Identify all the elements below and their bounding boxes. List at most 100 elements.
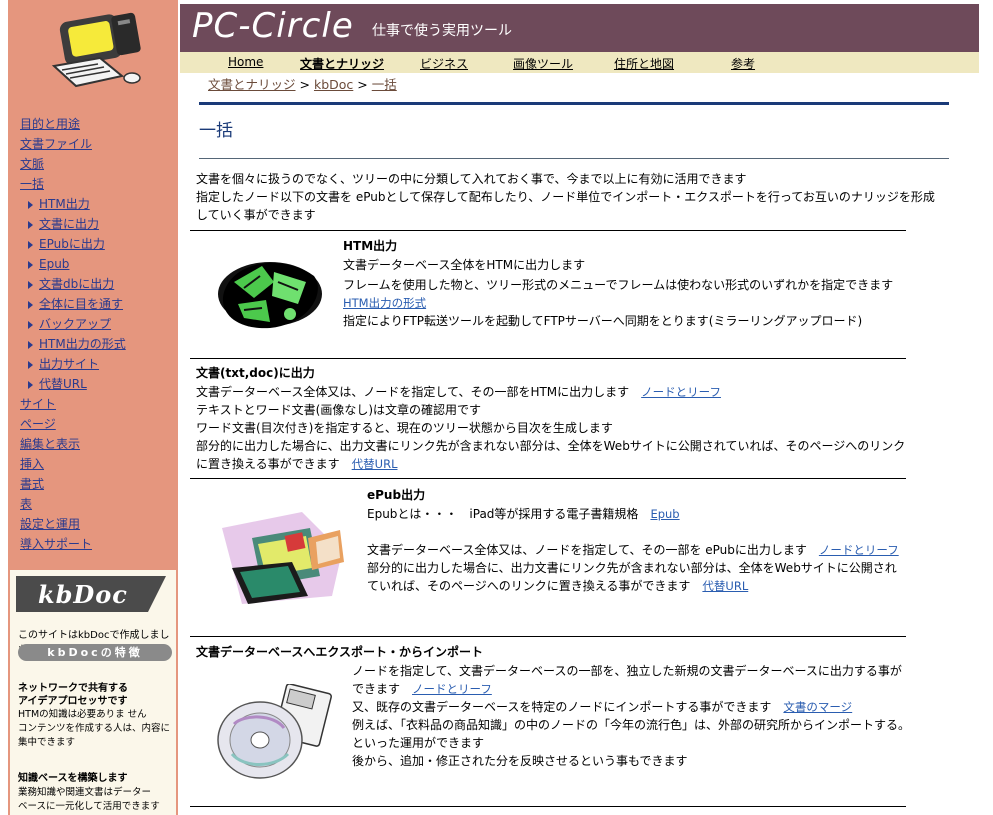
section-text-with-link: 又、既存の文書データーベースを特定のノードにインポートする事ができます 文書のマー… <box>352 700 853 714</box>
breadcrumb-separator: > <box>299 77 310 92</box>
triangle-bullet-icon <box>28 260 33 269</box>
divider <box>199 158 949 159</box>
sidebar-item-insert[interactable]: 挿入 <box>20 454 126 474</box>
section-text: といった運用ができます <box>352 736 485 750</box>
kb-text: HTMの知識は必要ありま せん <box>18 709 147 720</box>
menu-business[interactable]: ビジネス <box>420 55 468 72</box>
section-divider <box>190 636 906 637</box>
section-text-with-link: できます ノードとリーフ <box>352 682 492 696</box>
sidebar-item-settings[interactable]: 設定と運用 <box>20 514 126 534</box>
sidebar-subitem-backup[interactable]: バックアップ <box>20 314 126 334</box>
intro-text: していく事ができます <box>196 208 316 222</box>
section-text: 指定によりFTP転送ツールを起動してFTPサーバーへ同期をとります(ミラーリング… <box>343 314 863 328</box>
top-menu: Home 文書とナリッジ ビジネス 画像ツール 住所と地図 参考 <box>180 52 979 73</box>
sidebar-item-edit-view[interactable]: 編集と表示 <box>20 434 126 454</box>
intro-text: 文書を個々に扱うのでなく、ツリーの中に分類して入れておく事で、今まで以上に有効に… <box>196 172 747 186</box>
link-alt-url[interactable]: 代替URL <box>702 579 748 593</box>
section-text-with-link: 文書データーベース全体又は、ノードを指定して、その一部を ePubに出力しますノ… <box>367 543 899 557</box>
kb-text: 集中できます <box>18 737 76 748</box>
section-text-with-link: Epubとは・・・ iPad等が採用する電子書籍規格 Epub <box>367 507 680 521</box>
sidebar: 目的と用途 文書ファイル 文脈 一括 HTM出力 文書に出力 EPubに出力 E… <box>8 0 178 815</box>
section-divider <box>190 478 906 479</box>
sidebar-item-page[interactable]: ページ <box>20 414 126 434</box>
kb-heading: 知識ベースを構築します <box>18 773 128 784</box>
sidebar-item-context[interactable]: 文脈 <box>20 154 126 174</box>
title-divider <box>199 102 949 105</box>
section-text: ノードを指定して、文書データーベースの一部を、独立した新規の文書データーベースに… <box>352 664 902 678</box>
section-text: フレームを使用した物と、ツリー形式のメニューでフレームは使わない形式のいずれかを… <box>343 278 894 292</box>
site-brand[interactable]: PC-Circle <box>192 6 354 46</box>
breadcrumb-link[interactable]: kbDoc <box>314 77 353 92</box>
sidebar-item-format[interactable]: 書式 <box>20 474 126 494</box>
link-htm-format[interactable]: HTM出力の形式 <box>343 296 426 310</box>
sidebar-subitem-output-site[interactable]: 出力サイト <box>20 354 126 374</box>
computer-logo-icon <box>47 12 143 92</box>
section-title-doc: 文書(txt,doc)に出力 <box>196 366 315 380</box>
breadcrumb-separator: > <box>357 77 368 92</box>
section-divider <box>190 806 906 807</box>
triangle-bullet-icon <box>28 360 33 369</box>
link-node-leaf[interactable]: ノードとリーフ <box>412 682 492 696</box>
disk-cd-illustration-icon <box>217 684 332 779</box>
page-title: 一括 <box>199 121 233 141</box>
sidebar-item-doc-file[interactable]: 文書ファイル <box>20 134 126 154</box>
sidebar-subitem-docdb-output[interactable]: 文書dbに出力 <box>20 274 126 294</box>
link-doc-merge[interactable]: 文書のマージ <box>783 700 852 714</box>
kb-text: ベースに一元化して活用できます <box>18 801 160 812</box>
sidebar-item-table[interactable]: 表 <box>20 494 126 514</box>
link-alt-url[interactable]: 代替URL <box>352 457 398 471</box>
sidebar-subitem-epub[interactable]: Epub <box>20 254 126 274</box>
triangle-bullet-icon <box>28 320 33 329</box>
sidebar-item-site[interactable]: サイト <box>20 394 126 414</box>
section-text: 文書データーベース全体をHTMに出力します <box>343 258 586 272</box>
section-title-db: 文書データーベースへエクスポート・からインポート <box>196 645 484 659</box>
sidebar-subitem-epub-output[interactable]: EPubに出力 <box>20 234 126 254</box>
section-link-line: HTM出力の形式 <box>343 294 426 312</box>
kbdoc-promo-box: kbDoc このサイトはkbDocで作成しました kbDocの特徴 ネットワーク… <box>10 570 176 815</box>
menu-home[interactable]: Home <box>228 55 263 69</box>
htm-output-illustration-icon <box>218 262 322 329</box>
link-epub[interactable]: Epub <box>650 507 679 521</box>
link-node-leaf[interactable]: ノードとリーフ <box>819 543 899 557</box>
section-text-with-link: 文書データーベース全体又は、ノードを指定して、その一部をHTMに出力します ノード… <box>196 385 721 399</box>
breadcrumb-link[interactable]: 一括 <box>372 77 397 92</box>
sidebar-item-batch[interactable]: 一括 <box>20 174 126 194</box>
link-node-leaf[interactable]: ノードとリーフ <box>641 385 721 399</box>
epub-output-illustration-icon <box>222 512 344 604</box>
sidebar-subitem-review-all[interactable]: 全体に目を通す <box>20 294 126 314</box>
triangle-bullet-icon <box>28 220 33 229</box>
triangle-bullet-icon <box>28 300 33 309</box>
sidebar-item-purpose[interactable]: 目的と用途 <box>20 114 126 134</box>
section-text: テキストとワード文書(画像なし)は文章の確認用です <box>196 403 482 417</box>
triangle-bullet-icon <box>28 340 33 349</box>
section-divider <box>190 230 906 231</box>
sidebar-subitem-alt-url[interactable]: 代替URL <box>20 374 126 394</box>
sidebar-subitem-doc-output[interactable]: 文書に出力 <box>20 214 126 234</box>
kbdoc-logo[interactable]: kbDoc <box>16 576 166 612</box>
triangle-bullet-icon <box>28 380 33 389</box>
section-text: ワード文書(目次付き)を指定すると、現在のツリー状態から目次を生成します <box>196 421 613 435</box>
menu-reference[interactable]: 参考 <box>731 55 755 72</box>
section-text: 部分的に出力した場合に、出力文書にリンク先が含まれない部分は、全体をWebサイト… <box>196 439 906 453</box>
section-title-htm: HTM出力 <box>343 239 398 253</box>
section-title-epub: ePub出力 <box>367 488 426 502</box>
sidebar-subitem-htm-output[interactable]: HTM出力 <box>20 194 126 214</box>
triangle-bullet-icon <box>28 240 33 249</box>
section-divider <box>190 358 906 359</box>
menu-address-map[interactable]: 住所と地図 <box>614 55 674 72</box>
menu-image-tools[interactable]: 画像ツール <box>513 55 573 72</box>
sidebar-subitem-htm-format[interactable]: HTM出力の形式 <box>20 334 126 354</box>
section-text: 部分的に出力した場合に、出力文書にリンク先が含まれない部分は、全体をWebサイト… <box>367 561 897 575</box>
intro-text: 指定したノード以下の文書を ePubとして保存して配布したり、ノード単位でインポ… <box>196 190 935 204</box>
section-text-with-link: に置き換える事ができます 代替URL <box>196 457 398 471</box>
section-text: 後から、追加・修正された分を反映させるという事もできます <box>352 754 688 768</box>
menu-documents-knowledge[interactable]: 文書とナリッジ <box>300 55 384 72</box>
kb-text: コンテンツを作成する人は、内容に <box>18 723 171 734</box>
sidebar-item-support[interactable]: 導入サポート <box>20 534 126 554</box>
breadcrumb: 文書とナリッジ > kbDoc > 一括 <box>208 74 397 93</box>
triangle-bullet-icon <box>28 280 33 289</box>
kbdoc-feature-button[interactable]: kbDocの特徴 <box>18 644 172 661</box>
kb-text: 業務知識や関連文書はデーター <box>18 787 152 798</box>
kb-heading: ネットワークで共有する <box>18 683 128 694</box>
breadcrumb-link[interactable]: 文書とナリッジ <box>208 77 296 92</box>
